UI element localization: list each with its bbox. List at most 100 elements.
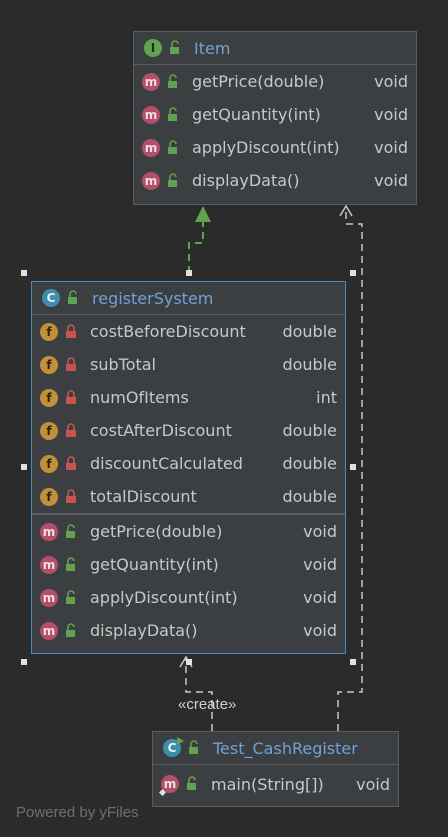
method-row[interactable]: m getPrice(double) void [32, 515, 345, 548]
method-row[interactable]: m applyDiscount(int) void [134, 131, 416, 164]
class-name: Test_CashRegister [213, 738, 358, 758]
field-type: double [282, 421, 337, 440]
method-row[interactable]: m getPrice(double) void [134, 65, 416, 98]
resize-handle-top-right[interactable] [350, 270, 356, 276]
field-type: int [316, 388, 337, 407]
method-icon: m [40, 621, 58, 640]
interface-icon: I [144, 39, 162, 57]
resize-handle-top-left[interactable] [21, 270, 27, 276]
method-icon: m [40, 555, 58, 574]
implements-arrowhead [195, 206, 211, 222]
method-row[interactable]: m displayData() void [32, 614, 345, 647]
public-icon [66, 523, 75, 538]
method-icon: m [142, 171, 160, 190]
private-lock-icon [66, 323, 76, 338]
resize-handle-middle-left[interactable] [21, 464, 27, 470]
class-name: registerSystem [92, 288, 214, 308]
method-type: void [374, 72, 408, 91]
method-name: getPrice(double) [192, 72, 325, 91]
item-interface-node[interactable]: I Item m getPrice(double) void m getQuan… [133, 31, 417, 205]
method-type: void [374, 171, 408, 190]
field-row[interactable]: f totalDiscount double [32, 480, 345, 513]
method-name: getQuantity(int) [90, 555, 219, 574]
field-type: double [282, 355, 337, 374]
method-icon: m [142, 105, 160, 124]
private-lock-icon [66, 455, 76, 470]
interface-name: Item [194, 38, 231, 58]
method-type: void [374, 105, 408, 124]
resize-handle-middle-right[interactable] [350, 464, 356, 470]
method-name: getPrice(double) [90, 522, 223, 541]
private-lock-icon [66, 422, 76, 437]
public-icon [68, 290, 77, 304]
method-row[interactable]: m displayData() void [134, 164, 416, 197]
field-type: double [282, 487, 337, 506]
public-icon [170, 40, 179, 54]
public-icon [66, 556, 75, 571]
method-type: void [374, 138, 408, 157]
method-name: main(String[]) [211, 774, 324, 794]
field-row[interactable]: f costAfterDiscount double [32, 414, 345, 447]
implements-edge[interactable] [188, 222, 204, 273]
create-stereotype-label: «create» [178, 696, 237, 713]
method-type: void [303, 621, 337, 640]
field-type: double [282, 454, 337, 473]
public-icon [168, 73, 177, 88]
field-icon: f [40, 487, 58, 506]
field-row[interactable]: f numOfItems int [32, 381, 345, 414]
public-icon [66, 622, 75, 637]
field-row[interactable]: f subTotal double [32, 348, 345, 381]
method-icon: m [142, 72, 160, 91]
field-name: subTotal [90, 355, 156, 374]
method-icon: m [40, 588, 58, 607]
method-type: void [303, 522, 337, 541]
field-name: costBeforeDiscount [90, 322, 246, 341]
field-icon: f [40, 421, 58, 440]
public-icon [66, 589, 75, 604]
resize-handle-bottom-center[interactable] [186, 659, 192, 665]
field-type: double [282, 322, 337, 341]
field-icon: f [40, 322, 58, 341]
static-marker-icon [159, 789, 166, 796]
field-icon: f [40, 388, 58, 407]
field-name: costAfterDiscount [90, 421, 232, 440]
private-lock-icon [66, 488, 76, 503]
field-name: discountCalculated [90, 454, 243, 473]
method-icon: m [40, 522, 58, 541]
run-icon [177, 737, 184, 745]
public-icon [187, 776, 196, 790]
resize-handle-bottom-left[interactable] [21, 659, 27, 665]
method-row[interactable]: m getQuantity(int) void [134, 98, 416, 131]
register-system-class-node[interactable]: C registerSystem f costBeforeDiscount do… [31, 281, 346, 654]
field-row[interactable]: f costBeforeDiscount double [32, 315, 345, 348]
test-cash-register-header: C Test_CashRegister [153, 732, 398, 765]
method-type: void [303, 588, 337, 607]
public-icon [168, 139, 177, 154]
field-icon: f [40, 355, 58, 374]
method-row[interactable]: m main(String[]) void [153, 765, 398, 803]
method-name: displayData() [192, 171, 300, 190]
field-row[interactable]: f discountCalculated double [32, 447, 345, 480]
runnable-class-icon: C [163, 737, 184, 757]
test-cash-register-class-node[interactable]: C Test_CashRegister m main(String[]) voi… [152, 731, 399, 807]
private-lock-icon [66, 356, 76, 371]
item-interface-header: I Item [134, 32, 416, 65]
method-type: void [303, 555, 337, 574]
method-row[interactable]: m applyDiscount(int) void [32, 581, 345, 614]
resize-handle-bottom-right[interactable] [350, 659, 356, 665]
method-row[interactable]: m getQuantity(int) void [32, 548, 345, 581]
resize-handle-top-center[interactable] [186, 270, 192, 276]
class-icon: C [42, 289, 60, 307]
yfiles-watermark: Powered by yFiles [16, 804, 139, 821]
method-name: getQuantity(int) [192, 105, 321, 124]
public-icon [168, 172, 177, 187]
method-name: applyDiscount(int) [192, 138, 340, 157]
field-name: totalDiscount [90, 487, 197, 506]
method-name: applyDiscount(int) [90, 588, 238, 607]
field-name: numOfItems [90, 388, 189, 407]
method-type: void [356, 774, 390, 794]
private-lock-icon [66, 389, 76, 404]
field-icon: f [40, 454, 58, 473]
create-edge[interactable] [185, 658, 213, 731]
public-icon [168, 106, 177, 121]
